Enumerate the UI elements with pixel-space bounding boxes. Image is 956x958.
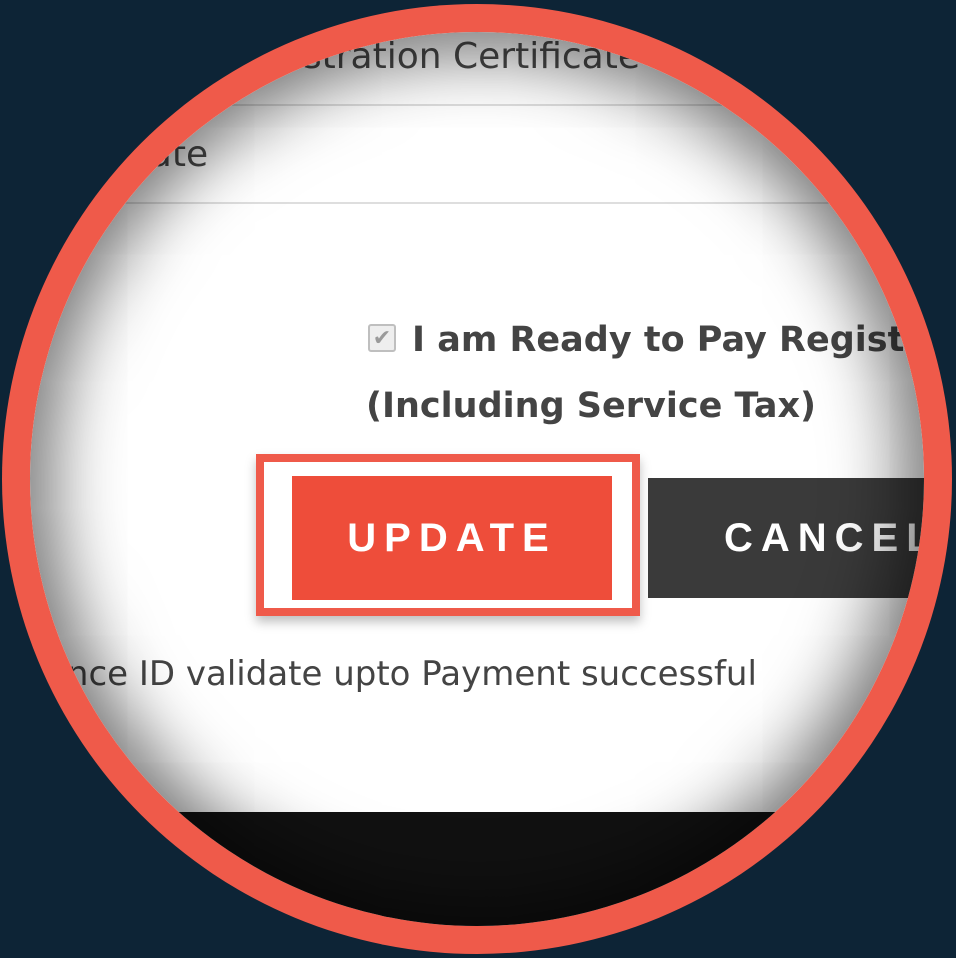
document-row-certificate: icate	[120, 134, 209, 175]
document-row-registration-certificate: gistration Certificate	[270, 36, 640, 77]
checkmark-icon: ✔	[372, 325, 392, 350]
cancel-button[interactable]: CANCEL	[648, 478, 924, 598]
update-button[interactable]: UPDATE	[292, 476, 612, 600]
payment-note: ence ID validate upto Payment successful	[46, 654, 757, 694]
consent-label: I am Ready to Pay Registra	[412, 320, 924, 360]
magnifier-lens: gistration Certificate icate ✔ I am Read…	[30, 32, 924, 926]
footer-bar	[30, 812, 924, 926]
screenshot-stage: gistration Certificate icate ✔ I am Read…	[0, 0, 956, 958]
consent-label-tax: (Including Service Tax)	[366, 386, 817, 426]
row-divider	[30, 202, 924, 204]
row-divider	[30, 104, 924, 106]
consent-checkbox[interactable]: ✔	[368, 324, 396, 352]
